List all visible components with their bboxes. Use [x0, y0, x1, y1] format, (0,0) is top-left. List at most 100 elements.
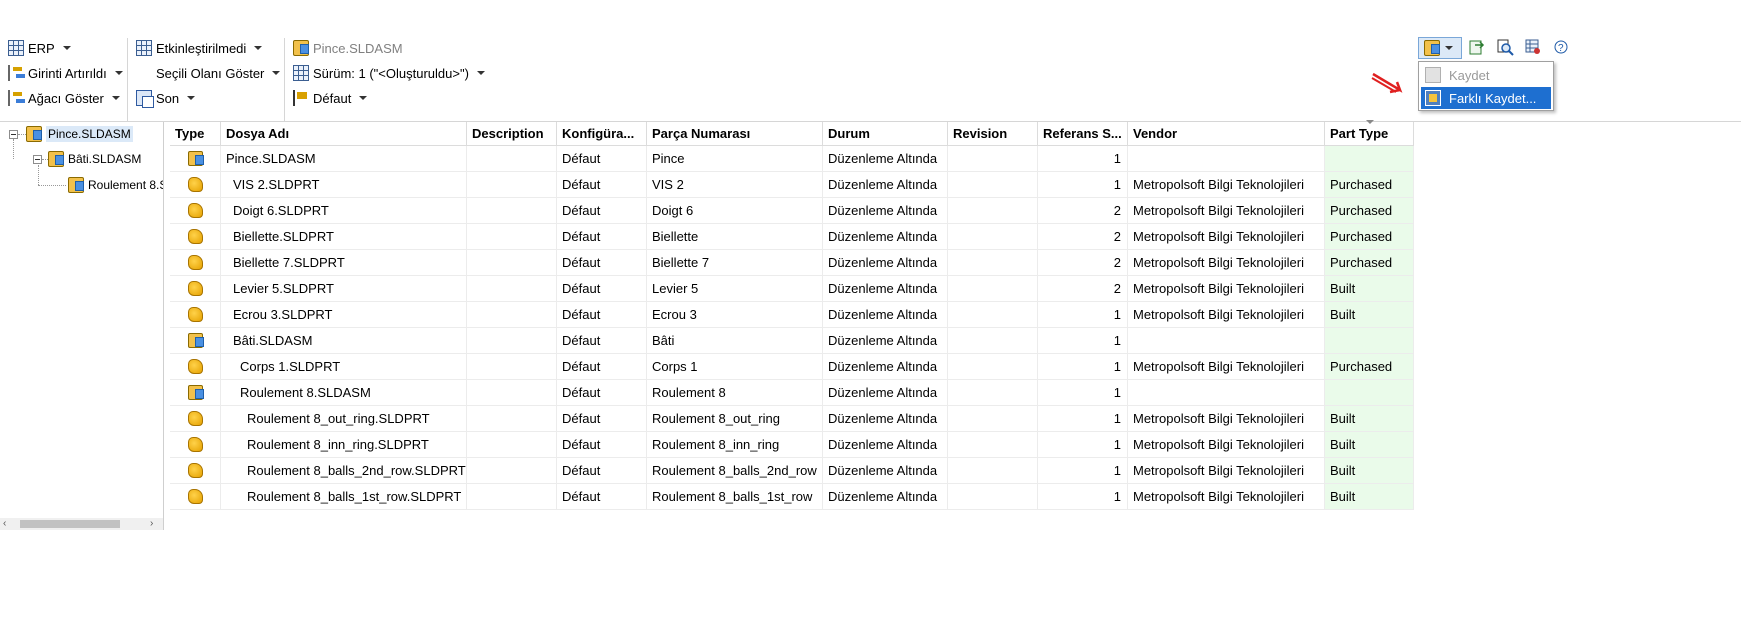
part-type-cell: Built [1325, 432, 1414, 458]
revision-cell [948, 302, 1038, 328]
file-name-cell: Roulement 8_balls_1st_row.SLDPRT [221, 484, 467, 510]
erp-button[interactable]: ERP [8, 38, 71, 58]
menu-item-save-as[interactable]: Farklı Kaydet... [1421, 87, 1551, 109]
scroll-left-icon[interactable]: ‹ [3, 518, 6, 530]
indent-label: Girinti Artırıldı [28, 65, 107, 81]
reference-count-cell: 1 [1038, 380, 1128, 406]
configuration-select[interactable]: Défaut [293, 88, 368, 108]
assembly-icon [48, 151, 64, 167]
vendor-text: Metropolsoft Bilgi Teknolojileri [1133, 177, 1305, 192]
column-header-reference-count[interactable]: Referans S... [1038, 122, 1128, 146]
revision-cell [948, 276, 1038, 302]
description-cell [467, 172, 557, 198]
part-type-cell: Purchased [1325, 224, 1414, 250]
description-cell [467, 224, 557, 250]
collapse-icon[interactable] [33, 155, 42, 164]
column-header-status[interactable]: Durum [823, 122, 948, 146]
part-number-cell: Roulement 8 [647, 380, 823, 406]
table-settings-icon [1525, 39, 1540, 54]
column-header-vendor[interactable]: Vendor [1128, 122, 1325, 146]
activation-button[interactable]: Etkinleştirilmedi [136, 38, 263, 58]
status-text: Düzenleme Altında [828, 151, 938, 166]
save-icon [1424, 40, 1440, 56]
configuration-text: Défaut [562, 333, 601, 348]
configuration-label: Défaut [313, 90, 352, 106]
show-selected-button[interactable]: Seçili Olanı Göster [156, 63, 281, 83]
part-number-text: VIS 2 [652, 177, 684, 192]
configuration-text: Défaut [562, 489, 601, 504]
scrollbar-thumb[interactable] [20, 520, 120, 528]
part-icon [188, 489, 203, 504]
vendor-cell: Metropolsoft Bilgi Teknolojileri [1128, 458, 1325, 484]
menu-item-save: Kaydet [1421, 64, 1551, 86]
revision-cell [948, 380, 1038, 406]
tree-horizontal-scrollbar[interactable]: ‹ › [0, 518, 163, 530]
status-text: Düzenleme Altında [828, 203, 938, 218]
vendor-text: Metropolsoft Bilgi Teknolojileri [1133, 255, 1305, 270]
part-type-cell: Built [1325, 458, 1414, 484]
type-cell [170, 432, 221, 458]
last-label: Son [156, 90, 180, 106]
part-icon [188, 203, 203, 218]
configuration-cell: Défaut [557, 302, 647, 328]
column-header-file-name[interactable]: Dosya Adı [221, 122, 467, 146]
status-cell: Düzenleme Altında [823, 484, 948, 510]
description-cell [467, 276, 557, 302]
reference-count-cell: 1 [1038, 354, 1128, 380]
settings-button[interactable] [1524, 38, 1544, 58]
help-button[interactable]: ? [1552, 38, 1572, 58]
type-cell [170, 198, 221, 224]
tree-node-child[interactable]: Bâti.SLDASM [48, 149, 141, 169]
version-select[interactable]: Sürüm: 1 ("<Oluşturuldu>") [293, 63, 485, 83]
column-header-part-number[interactable]: Parça Numarası [647, 122, 823, 146]
revision-cell [948, 432, 1038, 458]
help-icon: ? [1554, 40, 1568, 54]
configuration-text: Défaut [562, 385, 601, 400]
status-text: Düzenleme Altında [828, 359, 938, 374]
configuration-cell: Défaut [557, 224, 647, 250]
configuration-cell: Défaut [557, 406, 647, 432]
magnifier-icon [1497, 39, 1514, 56]
configuration-text: Défaut [562, 411, 601, 426]
indent-button[interactable]: Girinti Artırıldı [8, 63, 123, 83]
configuration-cell: Défaut [557, 484, 647, 510]
vendor-cell: Metropolsoft Bilgi Teknolojileri [1128, 432, 1325, 458]
column-header-configuration[interactable]: Konfigüra... [557, 122, 647, 146]
description-cell [467, 484, 557, 510]
vendor-text: Metropolsoft Bilgi Teknolojileri [1133, 307, 1305, 322]
show-selected-label: Seçili Olanı Göster [156, 65, 265, 81]
preview-button[interactable] [1496, 38, 1516, 58]
description-cell [467, 146, 557, 172]
status-cell: Düzenleme Altında [823, 302, 948, 328]
tree-node-root[interactable]: Pince.SLDASM [26, 124, 133, 144]
collapse-icon[interactable] [9, 130, 18, 139]
part-number-cell: Roulement 8_balls_1st_row [647, 484, 823, 510]
reference-count-cell: 1 [1038, 172, 1128, 198]
export-button[interactable] [1468, 38, 1488, 58]
tree-node-grandchild[interactable]: Roulement 8.S [68, 175, 163, 195]
configuration-text: Défaut [562, 437, 601, 452]
scroll-right-icon[interactable]: › [150, 518, 153, 530]
column-header-revision[interactable]: Revision [948, 122, 1038, 146]
file-name-item: Pince.SLDASM [293, 38, 403, 58]
part-type-cell: Purchased [1325, 354, 1414, 380]
chevron-down-icon [1445, 46, 1453, 50]
part-type-cell [1325, 380, 1414, 406]
file-name-text: Roulement 8_inn_ring.SLDPRT [247, 437, 429, 452]
column-header-part-type[interactable]: Part Type [1325, 122, 1414, 146]
file-name-cell: Biellette.SLDPRT [221, 224, 467, 250]
show-tree-button[interactable]: Ağacı Göster [8, 88, 120, 108]
column-header-type[interactable]: Type [170, 122, 221, 146]
chevron-down-icon [359, 96, 368, 100]
reference-count-cell: 1 [1038, 458, 1128, 484]
revision-cell [948, 406, 1038, 432]
part-number-cell: Levier 5 [647, 276, 823, 302]
file-name-cell: Pince.SLDASM [221, 146, 467, 172]
assembly-icon [68, 177, 84, 193]
column-header-description[interactable]: Description [467, 122, 557, 146]
save-split-button[interactable] [1418, 37, 1462, 59]
status-cell: Düzenleme Altında [823, 458, 948, 484]
last-button[interactable]: Son [136, 88, 196, 108]
chevron-down-icon [272, 71, 281, 75]
save-dropdown-menu: Kaydet Farklı Kaydet... [1418, 61, 1554, 111]
